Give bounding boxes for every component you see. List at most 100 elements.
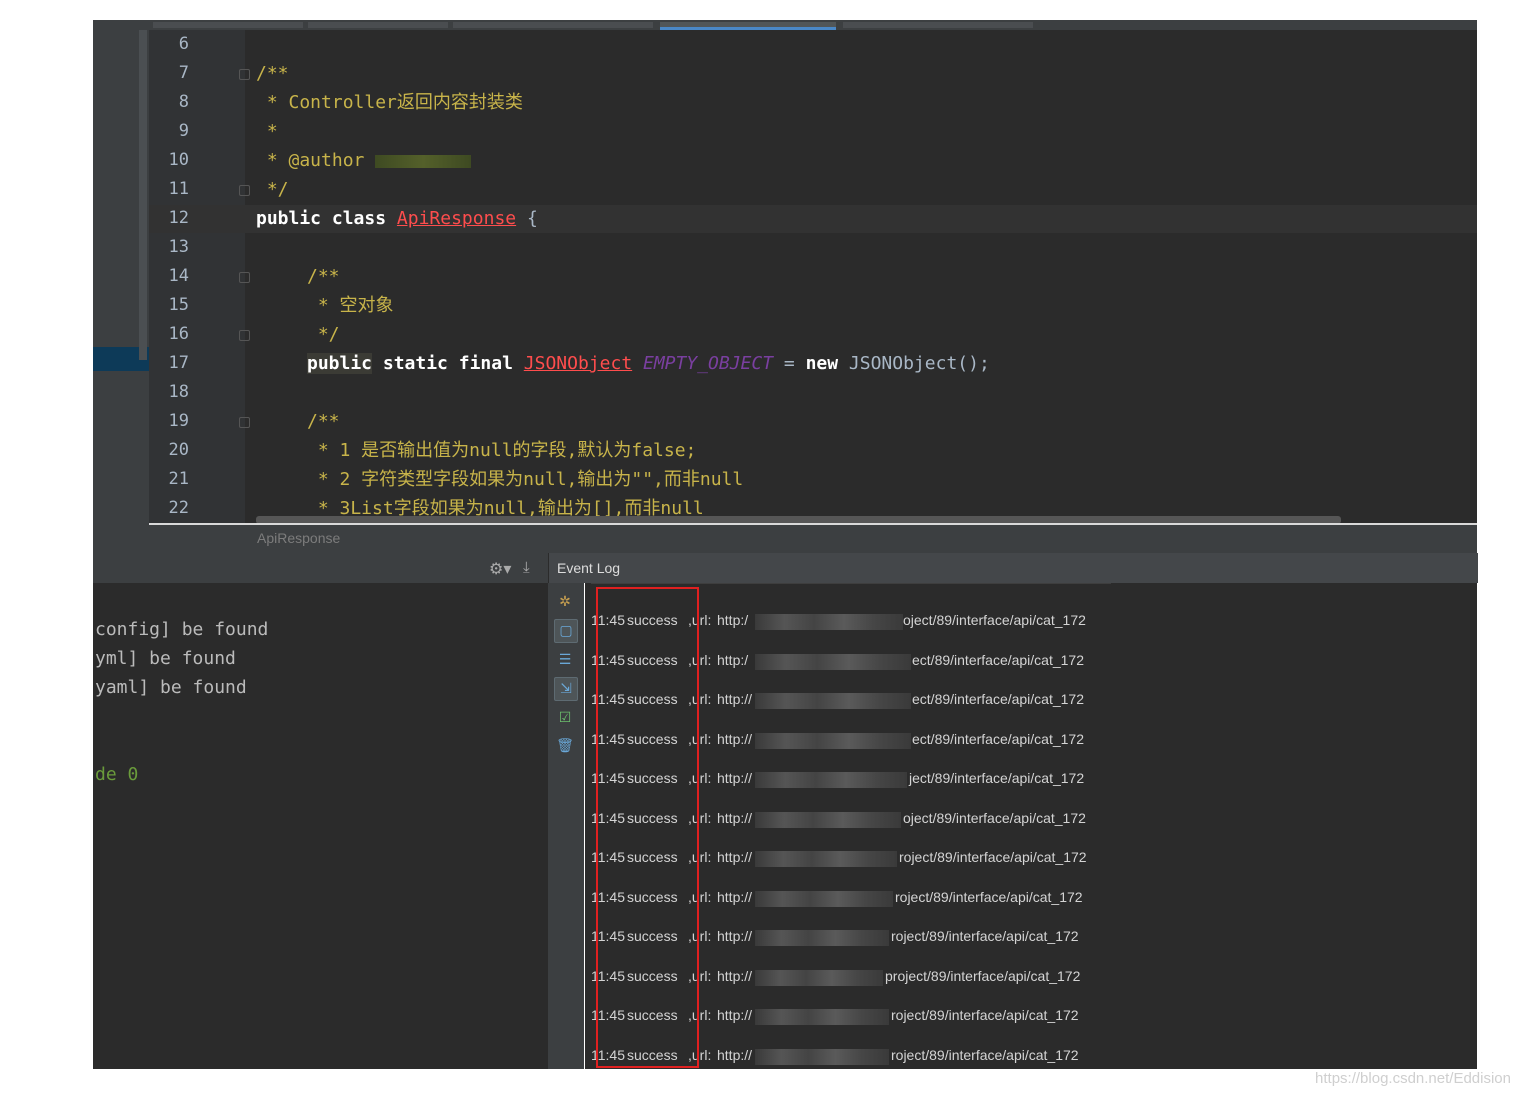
event-log-body[interactable]: 11:45 success ,url: http:/ oject/89/inte…: [585, 583, 1477, 1069]
log-url-start[interactable]: http://: [717, 1047, 752, 1063]
editor-tab[interactable]: [453, 22, 653, 28]
fold-marker-icon[interactable]: [239, 185, 250, 196]
line-number: 9: [178, 121, 189, 141]
redacted-url: [755, 772, 907, 788]
log-url-start[interactable]: http://: [717, 849, 752, 865]
log-url-start[interactable]: http:/: [717, 612, 748, 628]
code-line[interactable]: */: [307, 320, 340, 349]
active-tab-indicator: [660, 27, 836, 30]
author-tag: * @author: [256, 150, 365, 171]
log-url-start[interactable]: http://: [717, 889, 752, 905]
console-line: config] be found: [95, 619, 269, 640]
line-number: 17: [168, 353, 189, 373]
line-number: 11: [168, 179, 189, 199]
code-line[interactable]: /**: [307, 407, 340, 436]
log-url-start[interactable]: http://: [717, 731, 752, 747]
log-url-start[interactable]: http://: [717, 810, 752, 826]
line-number: 10: [168, 150, 189, 170]
line-number: 13: [168, 237, 189, 257]
breadcrumb-bar: ApiResponse: [93, 525, 1477, 553]
log-url-start[interactable]: http://: [717, 968, 752, 984]
line-number: 18: [168, 382, 189, 402]
redacted-url: [755, 851, 897, 867]
log-url-end[interactable]: oject/89/interface/api/cat_172: [903, 612, 1086, 628]
line-number: 16: [168, 324, 189, 344]
gear-icon[interactable]: ⚙▾: [489, 559, 511, 578]
settings-wrench-icon[interactable]: ✲: [554, 591, 576, 613]
log-url-end[interactable]: roject/89/interface/api/cat_172: [895, 889, 1083, 905]
redacted-url: [755, 812, 901, 828]
breadcrumb[interactable]: ApiResponse: [257, 530, 340, 546]
log-url-end[interactable]: ect/89/interface/api/cat_172: [912, 691, 1084, 707]
log-url-end[interactable]: ject/89/interface/api/cat_172: [909, 770, 1084, 786]
log-url-end[interactable]: project/89/interface/api/cat_172: [885, 968, 1080, 984]
run-console[interactable]: ⚙▾ ⤓ config] be found yml] be found yaml…: [93, 553, 548, 1069]
line-number: 19: [168, 411, 189, 431]
log-url-start[interactable]: http://: [717, 1007, 752, 1023]
fold-marker-icon[interactable]: [239, 272, 250, 283]
log-url-end[interactable]: roject/89/interface/api/cat_172: [891, 1007, 1079, 1023]
mark-read-icon[interactable]: ☑: [554, 707, 576, 729]
redacted-url: [755, 891, 893, 907]
code-line[interactable]: public class ApiResponse {: [256, 204, 538, 233]
log-url-end[interactable]: ect/89/interface/api/cat_172: [912, 652, 1084, 668]
keyword: public: [307, 353, 373, 374]
log-url-end[interactable]: roject/89/interface/api/cat_172: [891, 928, 1079, 944]
log-url-end[interactable]: oject/89/interface/api/cat_172: [903, 810, 1086, 826]
log-url-start[interactable]: http://: [717, 928, 752, 944]
redacted-url: [755, 930, 889, 946]
line-number: 22: [168, 498, 189, 518]
fold-marker-icon[interactable]: [239, 69, 250, 80]
keyword: final: [458, 353, 513, 374]
event-log-header: Event Log: [548, 553, 1478, 583]
log-url-end[interactable]: ect/89/interface/api/cat_172: [912, 731, 1084, 747]
project-scrollbar[interactable]: [139, 30, 147, 360]
console-exit-line: de 0: [95, 764, 139, 785]
line-number: 12: [168, 208, 189, 228]
code-line[interactable]: * 空对象: [307, 291, 394, 320]
log-url-end[interactable]: roject/89/interface/api/cat_172: [899, 849, 1087, 865]
line-number: 15: [168, 295, 189, 315]
fold-marker-icon[interactable]: [239, 330, 250, 341]
download-icon[interactable]: ⤓: [523, 558, 530, 576]
keyword: static: [382, 353, 448, 374]
balloon-icon[interactable]: ▢: [554, 619, 578, 643]
redacted-url: [755, 614, 903, 630]
code-line[interactable]: public static final JSONObject EMPTY_OBJ…: [307, 349, 990, 378]
console-line: yaml] be found: [95, 677, 247, 698]
partial-row-fragment: [591, 583, 1111, 584]
editor-tab[interactable]: [843, 22, 1033, 28]
code-line[interactable]: */: [256, 175, 289, 204]
line-number: 20: [168, 440, 189, 460]
code-line[interactable]: * 2 字符类型字段如果为null,输出为"",而非null: [307, 465, 743, 494]
code-line[interactable]: * Controller返回内容封装类: [256, 88, 523, 117]
console-line: yml] be found: [95, 648, 236, 669]
event-log-title[interactable]: Event Log: [557, 560, 620, 576]
code-line[interactable]: *: [256, 117, 278, 146]
brace: {: [516, 208, 538, 229]
console-header: ⚙▾ ⤓: [93, 553, 548, 583]
code-line[interactable]: * @author: [256, 146, 472, 175]
redacted-url: [755, 970, 883, 986]
filter-icon[interactable]: ☰: [554, 649, 576, 671]
operator: =: [773, 353, 806, 374]
fold-marker-icon[interactable]: [239, 417, 250, 428]
code-line[interactable]: /**: [307, 262, 340, 291]
log-url-start[interactable]: http:/: [717, 652, 748, 668]
log-url-end[interactable]: roject/89/interface/api/cat_172: [891, 1047, 1079, 1063]
log-url-start[interactable]: http://: [717, 770, 752, 786]
type-name: JSONObject: [523, 353, 633, 374]
editor-tab[interactable]: [308, 22, 448, 28]
code-line[interactable]: /**: [256, 59, 289, 88]
log-url-start[interactable]: http://: [717, 691, 752, 707]
keyword: public: [256, 208, 322, 229]
trash-icon[interactable]: 🗑: [554, 735, 576, 757]
code-editor[interactable]: 6 7 8 9 10 11 12 13 14 15 16 17 18 19 20…: [93, 20, 1477, 525]
export-icon[interactable]: ⇲: [554, 677, 578, 701]
line-number: 21: [168, 469, 189, 489]
redacted-url: [755, 693, 911, 709]
editor-tab[interactable]: [153, 22, 303, 28]
code-line[interactable]: * 1 是否输出值为null的字段,默认为false;: [307, 436, 697, 465]
redacted-url: [755, 1009, 889, 1025]
redacted-url: [755, 733, 911, 749]
